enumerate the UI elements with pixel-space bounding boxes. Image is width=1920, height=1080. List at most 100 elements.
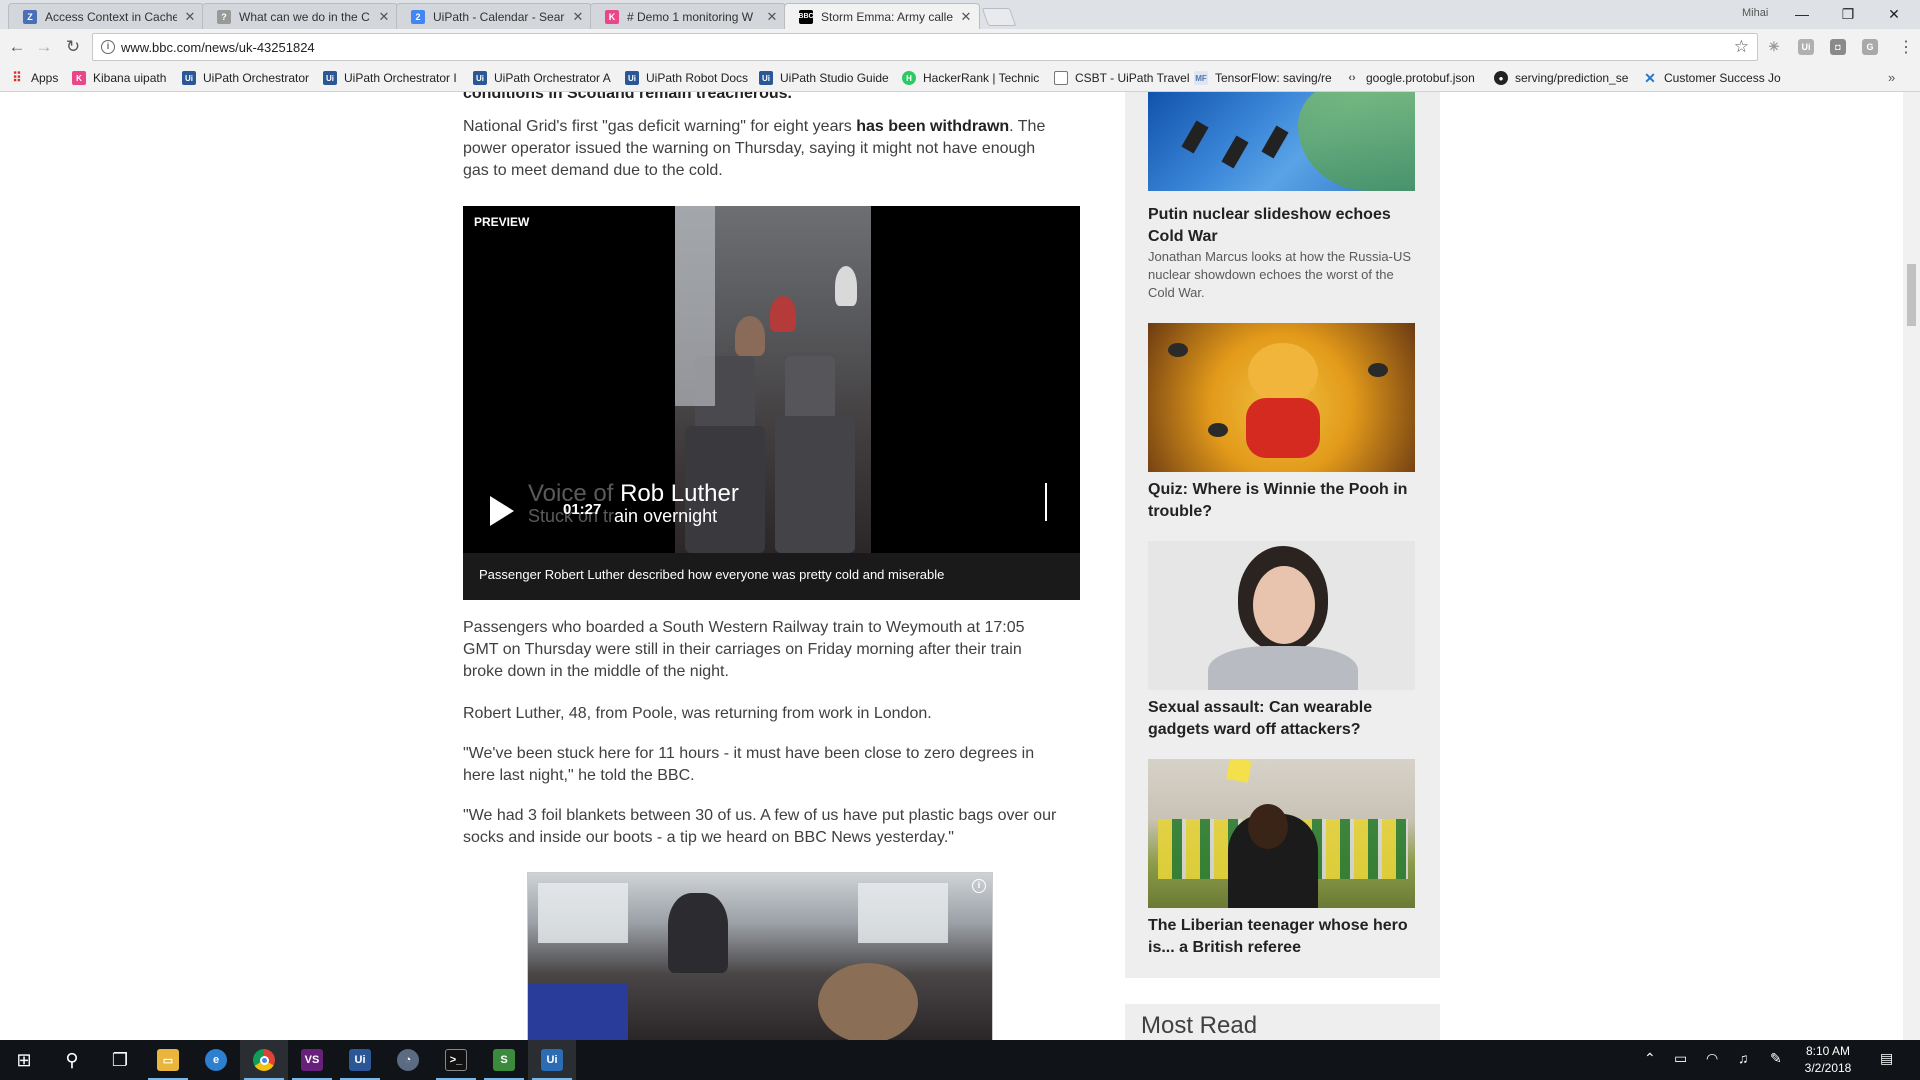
url-text[interactable]: www.bbc.com/news/uk-43251824	[121, 40, 315, 55]
uipath-studio-active-icon[interactable]: Ui	[528, 1040, 576, 1080]
bookmark-star-icon[interactable]: ☆	[1734, 37, 1749, 57]
article-link[interactable]: has been withdrawn	[856, 118, 1009, 135]
bbc-icon: BBC	[798, 9, 814, 24]
story-description: Jonathan Marcus looks at how the Russia-…	[1148, 249, 1412, 300]
tab-kibana[interactable]: K # Demo 1 monitoring W ✕	[590, 3, 786, 29]
tab-bbc-storm-emma[interactable]: BBC Storm Emma: Army calle ✕	[784, 3, 980, 29]
clock-time: 8:10 AM	[1805, 1044, 1851, 1058]
chrome-icon[interactable]	[240, 1040, 288, 1080]
show-hidden-icons-chevron[interactable]: ⌃	[1644, 1050, 1656, 1067]
command-prompt-icon[interactable]: >_	[432, 1040, 480, 1080]
uipath-icon: Ui	[625, 71, 639, 85]
new-tab-button[interactable]	[981, 8, 1017, 26]
extension-sparkle-icon[interactable]: ✳	[1766, 39, 1782, 55]
bookmark-label: UiPath Orchestrator A	[494, 71, 611, 85]
overlay-text: Rob Luther	[620, 480, 739, 507]
system-clock[interactable]: 8:10 AM 3/2/2018	[1790, 1043, 1866, 1077]
calendar-icon: 2	[411, 9, 425, 24]
uipath-robot-icon[interactable]: ◔	[384, 1040, 432, 1080]
chrome-menu-icon[interactable]: ⋮	[1898, 37, 1914, 57]
bookmark-uipath-orchestrator[interactable]: Ui UiPath Orchestrator	[182, 71, 309, 85]
bookmark-label: Customer Success Jo	[1664, 71, 1781, 85]
video-player[interactable]: PREVIEW Voice of Rob Luther Stuck on tra…	[463, 206, 1080, 600]
story-title[interactable]: Sexual assault: Can wearable gadgets war…	[1148, 697, 1415, 741]
kibana-icon: K	[605, 9, 619, 24]
more-bookmarks-icon[interactable]: »	[1888, 70, 1895, 85]
image-info-icon[interactable]: i	[972, 879, 986, 893]
tab-title: Access Context in Cache	[45, 9, 177, 24]
edge-browser-icon[interactable]: e	[192, 1040, 240, 1080]
bookmark-label: CSBT - UiPath Travel	[1075, 71, 1190, 85]
bookmark-uipath-orchestrator-3[interactable]: Ui UiPath Orchestrator A	[473, 71, 611, 85]
windows-start-icon[interactable]: ⊞	[0, 1040, 48, 1080]
reload-icon[interactable]: ↻	[62, 36, 84, 58]
most-read-heading: Most Read	[1141, 1012, 1258, 1039]
pen-workspace-icon[interactable]: ✎	[1770, 1050, 1782, 1067]
story-image[interactable]	[1148, 541, 1415, 690]
story-image[interactable]	[1148, 759, 1415, 908]
story-title[interactable]: Putin nuclear slideshow echoes Cold War	[1148, 204, 1415, 248]
article-paragraph: National Grid's first "gas deficit warni…	[463, 116, 1063, 182]
story-title[interactable]: The Liberian teenager whose hero is... a…	[1148, 915, 1415, 959]
bookmarks-bar: ⠿ Apps K Kibana uipath Ui UiPath Orchest…	[0, 65, 1920, 92]
tab-forum[interactable]: ? What can we do in the C ✕	[202, 3, 398, 29]
forward-arrow-icon[interactable]: →	[33, 36, 55, 58]
page-scrollbar[interactable]	[1903, 92, 1920, 1040]
bookmark-github-serving[interactable]: ● serving/prediction_se	[1494, 71, 1628, 85]
person-shape	[668, 893, 728, 973]
battery-icon[interactable]: ▭	[1674, 1050, 1687, 1067]
tab-access-context[interactable]: Z Access Context in Cache ✕	[8, 3, 204, 29]
close-window-icon[interactable]: ✕	[1872, 2, 1916, 26]
minimize-icon[interactable]: —	[1780, 2, 1824, 26]
search-icon[interactable]: ⚲	[48, 1040, 96, 1080]
visual-studio-icon[interactable]: VS	[288, 1040, 336, 1080]
bookmark-csbt-travel[interactable]: CSBT - UiPath Travel	[1054, 71, 1189, 85]
close-tab-icon[interactable]: ✕	[571, 9, 585, 25]
address-bar[interactable]: i www.bbc.com/news/uk-43251824 ☆	[92, 33, 1758, 61]
tab-calendar[interactable]: 2 UiPath - Calendar - Sear ✕	[396, 3, 592, 29]
bookmark-protobuf[interactable]: ‹› google.protobuf.json	[1345, 71, 1474, 85]
volume-icon[interactable]: ♫	[1738, 1050, 1749, 1066]
uipath-icon: Ui	[473, 71, 487, 85]
restore-icon[interactable]: ❐	[1826, 2, 1870, 26]
bookmark-label: serving/prediction_se	[1515, 71, 1629, 85]
story-title[interactable]: Quiz: Where is Winnie the Pooh in troubl…	[1148, 479, 1415, 523]
related-stories-sidebar: Putin nuclear slideshow echoes Cold War …	[1125, 92, 1440, 978]
bookmark-apps[interactable]: ⠿ Apps	[10, 70, 58, 85]
close-tab-icon[interactable]: ✕	[959, 9, 973, 25]
file-explorer-icon[interactable]: ▭	[144, 1040, 192, 1080]
bookmark-customer-success[interactable]: ✕ Customer Success Jo	[1643, 70, 1781, 86]
bookmark-uipath-studio-guide[interactable]: Ui UiPath Studio Guide	[759, 71, 889, 85]
hackerrank-icon: H	[902, 71, 916, 85]
bookmark-uipath-robot-docs[interactable]: Ui UiPath Robot Docs	[625, 71, 748, 85]
extension-g-icon[interactable]: G	[1862, 39, 1878, 55]
play-icon[interactable]	[490, 496, 514, 526]
extension-puzzle-icon[interactable]: ◘	[1830, 39, 1846, 55]
bookmark-uipath-orchestrator-2[interactable]: Ui UiPath Orchestrator I	[323, 71, 457, 85]
app-notification-icon[interactable]: S	[480, 1040, 528, 1080]
task-view-icon[interactable]: ❐	[96, 1040, 144, 1080]
bookmark-kibana[interactable]: K Kibana uipath	[72, 71, 166, 85]
back-arrow-icon[interactable]: ←	[6, 36, 28, 58]
story-image[interactable]	[1148, 323, 1415, 472]
uipath-icon: Ui	[182, 71, 196, 85]
profile-name[interactable]: Mihai	[1742, 7, 1768, 19]
close-tab-icon[interactable]: ✕	[377, 9, 391, 25]
tab-title: UiPath - Calendar - Sear	[433, 9, 565, 24]
bookmark-tensorflow[interactable]: MF TensorFlow: saving/re	[1194, 71, 1332, 85]
scrollbar-thumb[interactable]	[1907, 264, 1916, 326]
action-center-icon[interactable]: ▤	[1880, 1050, 1893, 1067]
story-image[interactable]	[1148, 92, 1415, 191]
close-tab-icon[interactable]: ✕	[183, 9, 197, 25]
bookmark-label: UiPath Studio Guide	[780, 71, 889, 85]
close-tab-icon[interactable]: ✕	[765, 9, 779, 25]
uipath-extension-icon[interactable]: Ui	[1798, 39, 1814, 55]
bookmark-label: UiPath Orchestrator	[203, 71, 310, 85]
uipath-studio-icon[interactable]: Ui	[336, 1040, 384, 1080]
site-info-icon[interactable]: i	[101, 40, 115, 54]
video-duration: 01:27	[563, 501, 602, 518]
wifi-icon[interactable]: ◠	[1706, 1050, 1718, 1067]
bookmark-hackerrank[interactable]: H HackerRank | Technic	[902, 71, 1039, 85]
code-icon: ‹›	[1348, 72, 1356, 84]
windows-taskbar: ⊞ ⚲ ❐ ▭ e VS Ui ◔ >_ S Ui ⌃ ▭ ◠ ♫ ✎ 8:10…	[0, 1040, 1920, 1080]
